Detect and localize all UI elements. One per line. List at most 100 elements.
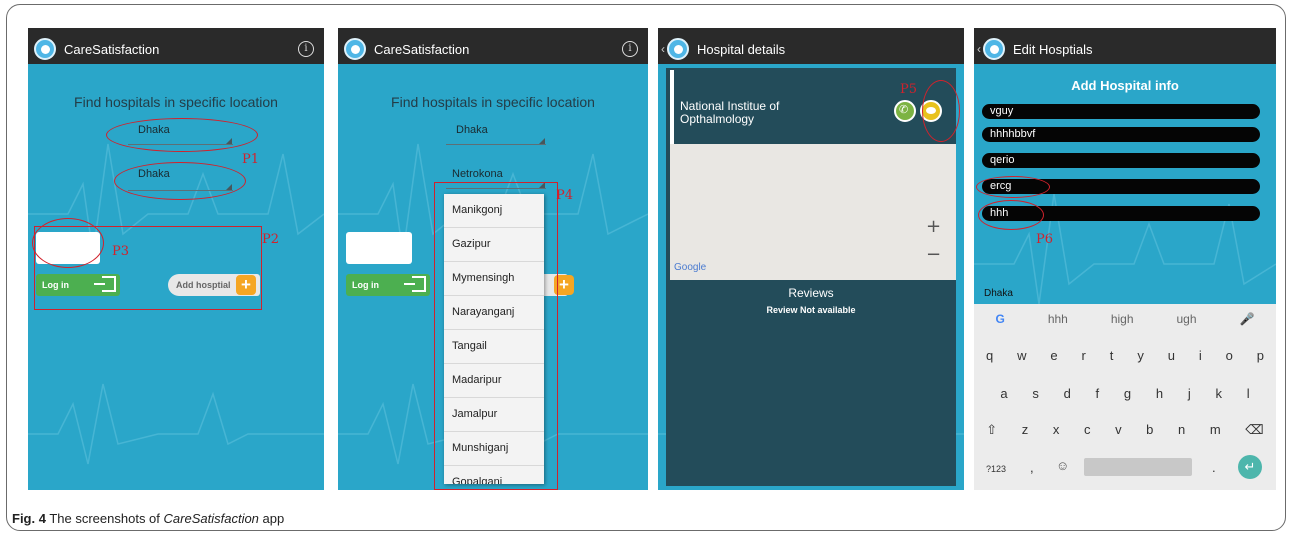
text-input-box[interactable] — [346, 232, 412, 264]
location-label: Dhaka — [984, 288, 1013, 299]
key[interactable]: y — [1137, 348, 1144, 363]
reviews-status: Review Not available — [766, 305, 856, 315]
key[interactable]: n — [1178, 422, 1185, 438]
form-title: Add Hospital info — [1071, 78, 1179, 93]
key[interactable]: w — [1017, 348, 1026, 363]
emoji-icon[interactable]: ☺ — [1056, 458, 1069, 473]
keyboard-row-2: a s d f g h j k l — [974, 386, 1276, 401]
backspace-key-icon[interactable]: ⌫ — [1245, 422, 1263, 438]
app-logo-icon — [344, 38, 366, 60]
card-accent-bar — [670, 70, 674, 144]
key[interactable]: z — [1022, 422, 1029, 438]
screen-hospital-details: ‹ Hospital details National Institue of … — [658, 28, 964, 490]
key[interactable]: v — [1115, 422, 1122, 438]
keyboard-row-1: q w e r t y u i o p — [974, 348, 1276, 363]
screen-edit-hospitals: ‹ Edit Hosptials Add Hospital info vguy … — [974, 28, 1276, 490]
hospital-field-1[interactable]: vguy — [982, 104, 1260, 119]
soft-keyboard: G hhh high ugh 🎤 q w e r t y u i o p a s… — [974, 304, 1276, 490]
info-icon[interactable]: i — [298, 41, 314, 57]
annotation-rect — [434, 182, 558, 490]
search-heading: Find hospitals in specific location — [391, 94, 595, 110]
space-bar[interactable] — [1084, 458, 1192, 476]
info-icon[interactable]: i — [622, 41, 638, 57]
key[interactable]: e — [1050, 348, 1057, 363]
app-title: Hospital details — [697, 41, 786, 57]
map-brand-logo: Google — [674, 262, 707, 273]
period-key[interactable]: . — [1212, 460, 1216, 475]
key[interactable]: u — [1168, 348, 1175, 363]
key[interactable]: l — [1247, 386, 1250, 401]
key[interactable]: t — [1110, 348, 1114, 363]
keyboard-row-3: ⇧ z x c v b n m ⌫ — [974, 422, 1276, 438]
spinner-arrow-icon — [539, 138, 545, 144]
caption-app-name: CareSatisfaction — [163, 511, 259, 526]
annotation-ellipse — [922, 80, 960, 142]
reviews-title: Reviews — [788, 286, 834, 300]
annotation-label: P2 — [262, 232, 280, 247]
suggestion[interactable]: hhh — [1048, 312, 1068, 326]
back-icon[interactable]: ‹ — [661, 42, 665, 56]
shift-key-icon[interactable]: ⇧ — [986, 422, 997, 438]
search-heading: Find hospitals in specific location — [74, 94, 278, 110]
annotation-label: P6 — [1036, 232, 1054, 247]
annotation-rect — [34, 226, 262, 310]
app-title: Edit Hosptials — [1013, 41, 1093, 57]
key[interactable]: i — [1199, 348, 1202, 363]
app-bar: CareSatisfaction i — [338, 34, 648, 64]
zoom-out-button[interactable]: − — [926, 244, 941, 265]
key[interactable]: g — [1124, 386, 1131, 401]
key[interactable]: d — [1064, 386, 1071, 401]
hospital-name: National Institue of Opthalmology — [680, 99, 780, 126]
key[interactable]: m — [1210, 422, 1221, 438]
app-bar: ‹ Hospital details — [658, 34, 964, 64]
suggestion[interactable]: high — [1111, 312, 1134, 326]
key[interactable]: h — [1156, 386, 1163, 401]
suggestion-bar: G hhh high ugh 🎤 — [974, 312, 1276, 326]
annotation-ellipse — [114, 162, 246, 200]
annotation-ellipse — [106, 118, 258, 152]
key[interactable]: r — [1082, 348, 1086, 363]
location-spinner-2[interactable]: Netrokona — [452, 168, 503, 180]
key[interactable]: a — [1000, 386, 1007, 401]
caption-label: Fig. 4 — [12, 511, 46, 526]
login-icon — [404, 276, 426, 292]
zoom-in-button[interactable]: + — [926, 216, 941, 237]
figure-caption: Fig. 4 The screenshots of CareSatisfacti… — [12, 511, 284, 526]
key[interactable]: b — [1146, 422, 1153, 438]
annotation-ellipse — [976, 176, 1050, 198]
key[interactable]: c — [1084, 422, 1091, 438]
spinner-underline — [446, 144, 546, 145]
app-title: CareSatisfaction — [64, 41, 160, 57]
caption-prefix: The screenshots of — [49, 511, 160, 526]
app-bar: ‹ Edit Hosptials — [974, 34, 1276, 64]
key[interactable]: f — [1096, 386, 1100, 401]
hospital-field-2[interactable]: hhhhbbvf — [982, 127, 1260, 142]
app-title: CareSatisfaction — [374, 41, 470, 57]
annotation-label: P1 — [242, 152, 260, 167]
key[interactable]: k — [1215, 386, 1222, 401]
key[interactable]: s — [1032, 386, 1039, 401]
symbols-key[interactable]: ?123 — [986, 464, 1006, 474]
caption-suffix: app — [262, 511, 285, 526]
key[interactable]: p — [1257, 348, 1264, 363]
app-bar: CareSatisfaction i — [28, 34, 324, 64]
screen-location-dropdown: CareSatisfaction i Find hospitals in spe… — [338, 28, 648, 490]
key[interactable]: o — [1226, 348, 1233, 363]
annotation-ellipse — [978, 200, 1044, 230]
comma-key[interactable]: , — [1030, 460, 1034, 475]
login-button[interactable]: Log in — [346, 274, 430, 296]
app-logo-icon — [34, 38, 56, 60]
key[interactable]: j — [1188, 386, 1191, 401]
key[interactable]: x — [1053, 422, 1060, 438]
app-logo-icon — [667, 38, 689, 60]
back-icon[interactable]: ‹ — [977, 42, 981, 56]
location-spinner-1[interactable]: Dhaka — [456, 124, 488, 136]
key[interactable]: q — [986, 348, 993, 363]
mic-icon[interactable]: 🎤 — [1240, 312, 1255, 326]
enter-key-icon[interactable]: ↵ — [1238, 455, 1262, 479]
hospital-field-3[interactable]: qerio — [982, 153, 1260, 168]
call-icon[interactable] — [894, 100, 916, 122]
suggestion[interactable]: ugh — [1177, 312, 1197, 326]
login-label: Log in — [352, 280, 379, 290]
map-view[interactable] — [670, 144, 956, 280]
